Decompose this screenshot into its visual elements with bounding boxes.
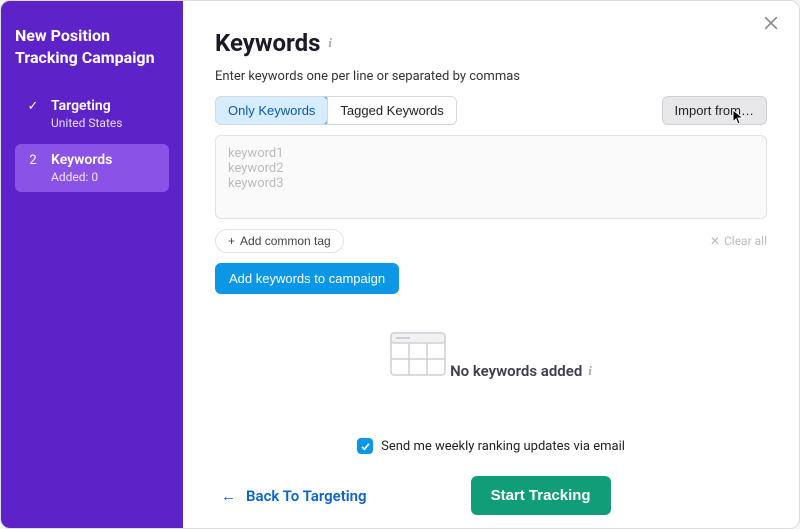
keyword-mode-segment: Only Keywords Tagged Keywords (215, 96, 457, 125)
add-common-tag-button[interactable]: + Add common tag (215, 229, 344, 253)
plus-icon: + (228, 234, 235, 248)
close-icon: ✕ (710, 234, 720, 248)
check-icon (360, 441, 371, 452)
tab-tagged-keywords[interactable]: Tagged Keywords (327, 97, 455, 124)
add-tag-label: Add common tag (240, 234, 331, 248)
page-title-text: Keywords (215, 29, 320, 57)
tabs-row: Only Keywords Tagged Keywords Import fro… (215, 96, 767, 125)
empty-title-text: No keywords added (450, 362, 582, 380)
modal-root: New Position Tracking Campaign ✓ Targeti… (0, 0, 800, 529)
email-updates-row: Send me weekly ranking updates via email (215, 438, 767, 454)
back-to-targeting-link[interactable]: ← Back To Targeting (221, 487, 367, 505)
main-panel: Keywords i Enter keywords one per line o… (183, 1, 799, 528)
step-subtitle: Added: 0 (51, 170, 159, 184)
page-title: Keywords i (215, 29, 332, 57)
add-keywords-button[interactable]: Add keywords to campaign (215, 263, 399, 294)
step-keywords[interactable]: 2 Keywords Added: 0 (15, 144, 169, 192)
close-icon (761, 13, 781, 33)
check-icon: ✓ (25, 99, 41, 114)
info-icon[interactable]: i (588, 363, 592, 379)
arrow-left-icon: ← (221, 487, 236, 505)
step-targeting[interactable]: ✓ Targeting United States (15, 90, 169, 138)
email-updates-label: Send me weekly ranking updates via email (381, 439, 625, 454)
info-icon[interactable]: i (328, 35, 332, 51)
table-illustration-icon (390, 332, 446, 380)
footer-row: ← Back To Targeting Start Tracking (215, 476, 767, 515)
page-subtext: Enter keywords one per line or separated… (215, 69, 767, 84)
empty-state: No keywords added i (215, 332, 767, 390)
sidebar-title: New Position Tracking Campaign (15, 25, 169, 68)
textarea-under-row: + Add common tag ✕ Clear all (215, 229, 767, 253)
step-title: Targeting (51, 98, 159, 114)
tab-only-keywords[interactable]: Only Keywords (215, 96, 328, 125)
step-title: Keywords (51, 152, 159, 168)
back-label: Back To Targeting (246, 487, 367, 505)
import-button-label: Import from… (675, 103, 754, 118)
start-tracking-button[interactable]: Start Tracking (471, 476, 611, 515)
import-from-button[interactable]: Import from… (662, 96, 767, 125)
clear-all-label: Clear all (724, 234, 767, 248)
sidebar: New Position Tracking Campaign ✓ Targeti… (1, 1, 183, 528)
step-number: 2 (25, 153, 41, 168)
email-updates-checkbox[interactable] (357, 438, 373, 454)
clear-all-button[interactable]: ✕ Clear all (710, 234, 767, 248)
step-subtitle: United States (51, 116, 159, 130)
close-button[interactable] (761, 13, 785, 37)
keywords-textarea[interactable] (215, 135, 767, 219)
empty-state-title: No keywords added i (450, 362, 592, 380)
